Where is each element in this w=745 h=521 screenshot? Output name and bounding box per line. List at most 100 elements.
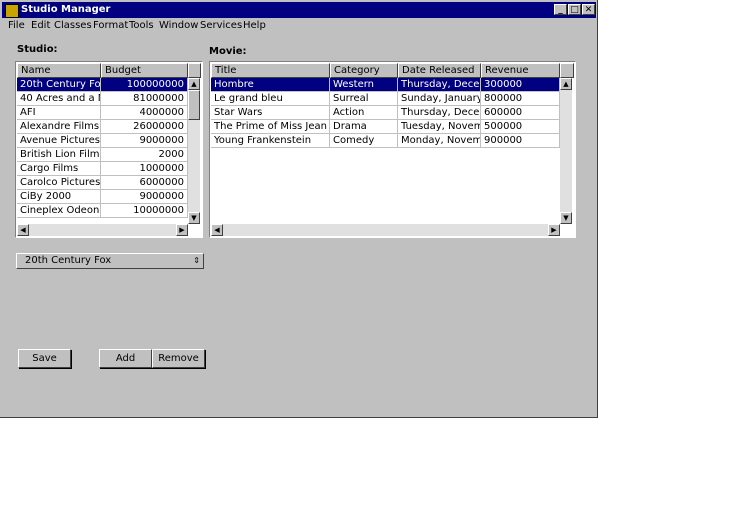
movie-col-header[interactable]: Category bbox=[330, 63, 398, 78]
studio-vertical-scrollbar[interactable]: ▲ ▼ bbox=[188, 78, 200, 224]
studio-cell-budget: 81000000 bbox=[101, 92, 188, 106]
minimize-button[interactable]: _ bbox=[554, 4, 567, 15]
movie-cell-title: Le grand bleu bbox=[211, 92, 330, 106]
menu-bar: File Edit Classes Format Tools Window Services… bbox=[2, 19, 596, 33]
menu-edit[interactable]: Edit bbox=[31, 20, 50, 31]
scroll-thumb[interactable] bbox=[188, 90, 200, 120]
studio-cell-budget: 6000000 bbox=[101, 176, 188, 190]
studio-combo[interactable]: 20th Century Fox ⇕ bbox=[16, 253, 204, 269]
maximize-button[interactable]: □ bbox=[568, 4, 581, 15]
studio-cell-name: Carolco Pictures bbox=[17, 176, 101, 190]
window-title: Studio Manager bbox=[21, 4, 111, 15]
scroll-down-icon[interactable]: ▼ bbox=[188, 212, 200, 224]
movie-col-header[interactable] bbox=[560, 63, 574, 78]
scroll-up-icon[interactable]: ▲ bbox=[560, 78, 572, 90]
studio-cell-name: Cineplex Odeon bbox=[17, 204, 101, 218]
studio-row[interactable]: 40 Acres and a Mule81000000 bbox=[17, 92, 201, 106]
movie-cell-title: Star Wars bbox=[211, 106, 330, 120]
scroll-right-icon[interactable]: ▶ bbox=[176, 224, 188, 236]
studio-cell-budget: 4000000 bbox=[101, 106, 188, 120]
movie-col-header[interactable]: Title bbox=[211, 63, 330, 78]
movie-cell-date: Monday, November bbox=[398, 134, 481, 148]
studio-row[interactable]: British Lion Film Corp2000 bbox=[17, 148, 201, 162]
movie-cell-date: Thursday, December bbox=[398, 106, 481, 120]
movie-cell-category: Surreal bbox=[330, 92, 398, 106]
menu-services[interactable]: Services bbox=[200, 20, 242, 31]
studio-row[interactable]: Avenue Pictures 9000000 bbox=[17, 134, 201, 148]
studio-row[interactable]: Cargo Films 1000000 bbox=[17, 162, 201, 176]
studio-combo-value: 20th Century Fox bbox=[25, 255, 112, 266]
studio-label: Studio: bbox=[17, 44, 58, 55]
movie-cell-date: Thursday, December bbox=[398, 78, 481, 92]
studio-col-header[interactable]: Name bbox=[17, 63, 101, 78]
menu-format[interactable]: Format bbox=[93, 20, 128, 31]
studio-cell-name: Alexandre Films bbox=[17, 120, 101, 134]
app-icon bbox=[5, 4, 19, 18]
studio-row[interactable]: CiBy 2000 9000000 bbox=[17, 190, 201, 204]
scroll-up-icon[interactable]: ▲ bbox=[188, 78, 200, 90]
studio-cell-name: 40 Acres and a Mule bbox=[17, 92, 101, 106]
menu-classes[interactable]: Classes bbox=[54, 20, 92, 31]
studio-cell-name: CiBy 2000 bbox=[17, 190, 101, 204]
movie-row[interactable]: Le grand bleu Surreal Sunday, January 80000… bbox=[211, 92, 574, 106]
movie-cell-revenue: 900000 bbox=[481, 134, 560, 148]
studio-row[interactable]: Cineplex Odeon 10000000 bbox=[17, 204, 201, 218]
movie-cell-date: Sunday, January bbox=[398, 92, 481, 106]
studio-cell-budget: 9000000 bbox=[101, 190, 188, 204]
movie-grid[interactable]: Title Category Date Released Revenue Hombre W… bbox=[209, 61, 576, 238]
studio-cell-name: Avenue Pictures bbox=[17, 134, 101, 148]
studio-cell-budget: 2000 bbox=[101, 148, 188, 162]
scroll-down-icon[interactable]: ▼ bbox=[560, 212, 572, 224]
studio-cell-name: British Lion Film Corp bbox=[17, 148, 101, 162]
add-button[interactable]: Add bbox=[99, 349, 152, 368]
movie-label: Movie: bbox=[209, 46, 247, 57]
studio-cell-budget: 10000000 bbox=[101, 204, 188, 218]
studio-cell-name: AFI bbox=[17, 106, 101, 120]
save-button[interactable]: Save bbox=[18, 349, 71, 368]
movie-cell-date: Tuesday, November bbox=[398, 120, 481, 134]
scroll-left-icon[interactable]: ◀ bbox=[211, 224, 223, 236]
movie-cell-revenue: 600000 bbox=[481, 106, 560, 120]
studio-row[interactable]: Carolco Pictures 6000000 bbox=[17, 176, 201, 190]
movie-row[interactable]: The Prime of Miss Jean BrodieDramaTuesda… bbox=[211, 120, 574, 134]
menu-tools[interactable]: Tools bbox=[129, 20, 154, 31]
title-bar[interactable]: Studio Manager _ □ ✕ bbox=[2, 2, 596, 18]
studio-horizontal-scrollbar[interactable]: ◀ ▶ bbox=[17, 224, 188, 236]
scroll-right-icon[interactable]: ▶ bbox=[548, 224, 560, 236]
studio-row[interactable]: 20th Century Fox 100000000 bbox=[17, 78, 201, 92]
scroll-left-icon[interactable]: ◀ bbox=[17, 224, 29, 236]
close-button[interactable]: ✕ bbox=[582, 4, 595, 15]
updown-icon: ⇕ bbox=[193, 256, 200, 265]
studio-cell-budget: 26000000 bbox=[101, 120, 188, 134]
movie-cell-revenue: 300000 bbox=[481, 78, 560, 92]
movie-col-header[interactable]: Date Released bbox=[398, 63, 481, 78]
remove-button[interactable]: Remove bbox=[152, 349, 205, 368]
movie-cell-revenue: 500000 bbox=[481, 120, 560, 134]
studio-col-header[interactable]: Budget bbox=[101, 63, 188, 78]
movie-row[interactable]: Star WarsActionThursday, December600000 bbox=[211, 106, 574, 120]
movie-cell-category: Western bbox=[330, 78, 398, 92]
menu-help[interactable]: Help bbox=[243, 20, 266, 31]
movie-cell-revenue: 800000 bbox=[481, 92, 560, 106]
studio-row[interactable]: AFI 4000000 bbox=[17, 106, 201, 120]
movie-cell-title: Hombre bbox=[211, 78, 330, 92]
studio-col-header[interactable] bbox=[188, 63, 201, 78]
movie-cell-title: Young Frankenstein bbox=[211, 134, 330, 148]
menu-window[interactable]: Window bbox=[159, 20, 198, 31]
movie-row[interactable]: Young FrankensteinComedyMonday, November… bbox=[211, 134, 574, 148]
studio-row[interactable]: Alexandre Films 26000000 bbox=[17, 120, 201, 134]
studio-cell-name: Cargo Films bbox=[17, 162, 101, 176]
movie-cell-category: Drama bbox=[330, 120, 398, 134]
app-window: Studio Manager _ □ ✕ File Edit Classes Form… bbox=[0, 0, 598, 418]
studio-cell-budget: 1000000 bbox=[101, 162, 188, 176]
studio-cell-budget: 9000000 bbox=[101, 134, 188, 148]
movie-cell-category: Comedy bbox=[330, 134, 398, 148]
movie-col-header[interactable]: Revenue bbox=[481, 63, 560, 78]
menu-file[interactable]: File bbox=[8, 20, 25, 31]
studio-grid[interactable]: Name Budget 20th Century Fox 100000000 40 Ac… bbox=[15, 61, 203, 238]
movie-horizontal-scrollbar[interactable]: ◀ ▶ bbox=[211, 224, 560, 236]
movie-cell-title: The Prime of Miss Jean Brodie bbox=[211, 120, 330, 134]
movie-cell-category: Action bbox=[330, 106, 398, 120]
movie-row[interactable]: HombreWesternThursday, December300000 bbox=[211, 78, 574, 92]
movie-vertical-scrollbar[interactable]: ▲ ▼ bbox=[560, 78, 572, 224]
